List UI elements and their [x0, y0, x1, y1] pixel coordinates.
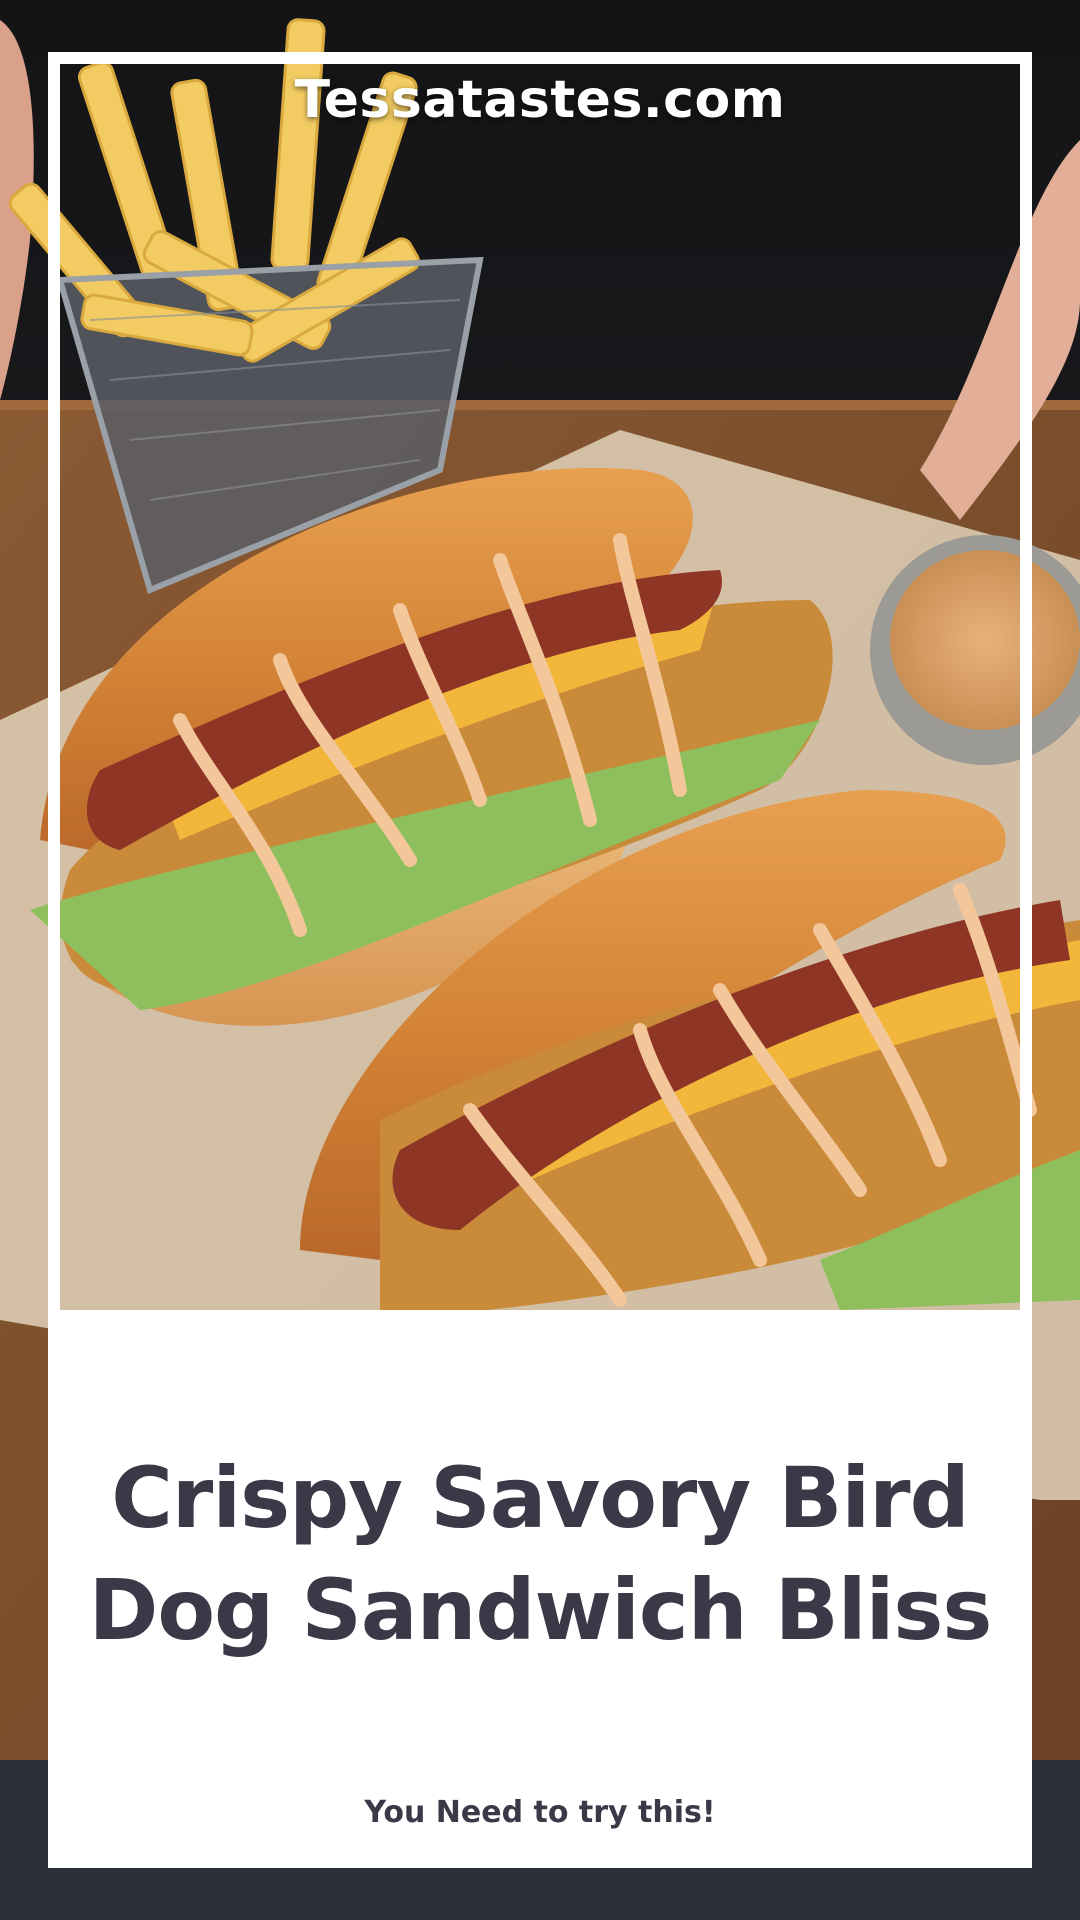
site-name: Tessatastes.com: [294, 70, 786, 130]
caption-card: Crispy Savory Bird Dog Sandwich Bliss Yo…: [48, 1310, 1032, 1868]
pin-title: Crispy Savory Bird Dog Sandwich Bliss: [88, 1449, 993, 1659]
pin-subtitle: You Need to try this!: [364, 1795, 716, 1830]
